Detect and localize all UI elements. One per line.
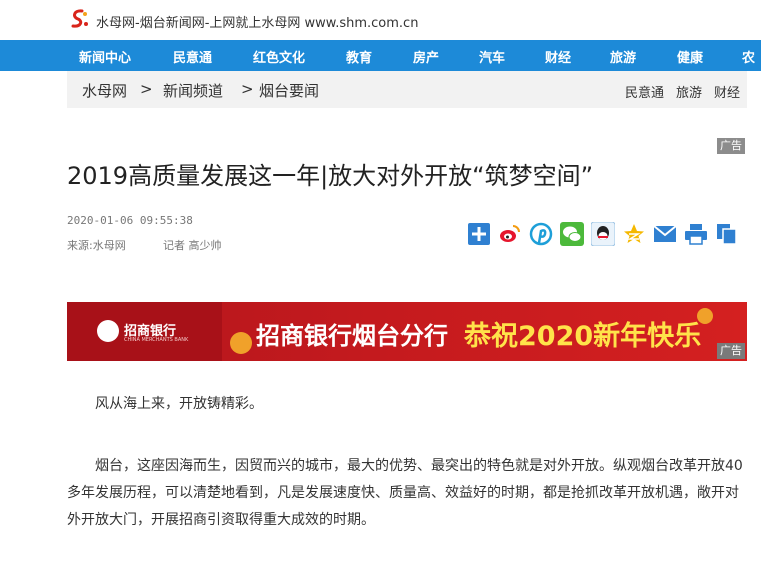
email-icon[interactable]: [653, 222, 677, 246]
weibo-icon[interactable]: [498, 222, 522, 246]
article-title: 2019高质量发展这一年|放大对外开放“筑梦空间”: [67, 162, 594, 190]
site-title[interactable]: 水母网-烟台新闻网-上网就上水母网 www.shm.com.cn: [96, 12, 418, 31]
bank-english-name: CHINA MERCHANTS BANK: [124, 337, 189, 343]
copy-icon[interactable]: [715, 222, 739, 246]
banner-main-text: 招商银行烟台分行: [256, 322, 448, 350]
wechat-icon[interactable]: [560, 222, 584, 246]
site-logo-icon[interactable]: [68, 8, 90, 30]
lantern-decoration-icon: [230, 332, 252, 354]
qq-icon[interactable]: [591, 222, 615, 246]
site-header: 水母网-烟台新闻网-上网就上水母网 www.shm.com.cn: [0, 0, 761, 40]
nav-item-news-center[interactable]: 新闻中心: [79, 47, 131, 66]
nav-item-red-culture[interactable]: 红色文化: [253, 47, 305, 66]
qzone-icon[interactable]: [622, 222, 646, 246]
nav-item-education[interactable]: 教育: [346, 47, 372, 66]
print-icon[interactable]: [684, 222, 708, 246]
nav-item-finance[interactable]: 财经: [545, 47, 571, 66]
pinterest-icon[interactable]: [529, 222, 553, 246]
plus-share-icon[interactable]: [467, 222, 491, 246]
banner-greeting: 恭祝2020新年快乐: [464, 321, 702, 352]
main-nav: 新闻中心 民意通 红色文化 教育 房产 汽车 财经 旅游 健康 农: [0, 40, 761, 71]
nav-item-travel[interactable]: 旅游: [610, 47, 636, 66]
breadcrumb: 水母网 > 新闻频道 > 烟台要闻 民意通 旅游 财经: [67, 71, 747, 108]
quick-link-travel[interactable]: 旅游: [676, 82, 702, 101]
article-paragraph: 烟台，这座因海而生，因贸而兴的城市，最大的优势、最突出的特色就是对外开放。纵观烟…: [67, 458, 743, 528]
article-author: 记者 高少帅: [163, 239, 222, 252]
breadcrumb-home[interactable]: 水母网: [82, 80, 127, 101]
nav-item-real-estate[interactable]: 房产: [413, 47, 439, 66]
quick-link-finance[interactable]: 财经: [714, 82, 740, 101]
banner-ad-label: 广告: [717, 343, 745, 359]
article-datetime: 2020-01-06 09:55:38: [67, 214, 193, 227]
breadcrumb-news-channel[interactable]: 新闻频道: [163, 80, 223, 101]
cmb-logo-icon: [97, 320, 119, 342]
article-paragraph: 风从海上来，开放铸精彩。: [95, 396, 263, 412]
breadcrumb-separator: >: [241, 80, 254, 98]
cmb-banner-ad[interactable]: 招商银行 CHINA MERCHANTS BANK 招商银行烟台分行 恭祝202…: [67, 302, 747, 361]
nav-item-agriculture[interactable]: 农: [742, 47, 755, 66]
breadcrumb-separator: >: [140, 80, 153, 98]
quick-link-minyitong[interactable]: 民意通: [625, 82, 664, 101]
banner-brand-panel: 招商银行 CHINA MERCHANTS BANK: [67, 302, 222, 361]
ad-label: 广告: [717, 138, 745, 154]
nav-item-minyitong[interactable]: 民意通: [173, 47, 212, 66]
nav-item-health[interactable]: 健康: [677, 47, 703, 66]
breadcrumb-yantai-news[interactable]: 烟台要闻: [259, 80, 319, 101]
nav-item-auto[interactable]: 汽车: [479, 47, 505, 66]
article-source: 来源:水母网: [67, 239, 126, 252]
